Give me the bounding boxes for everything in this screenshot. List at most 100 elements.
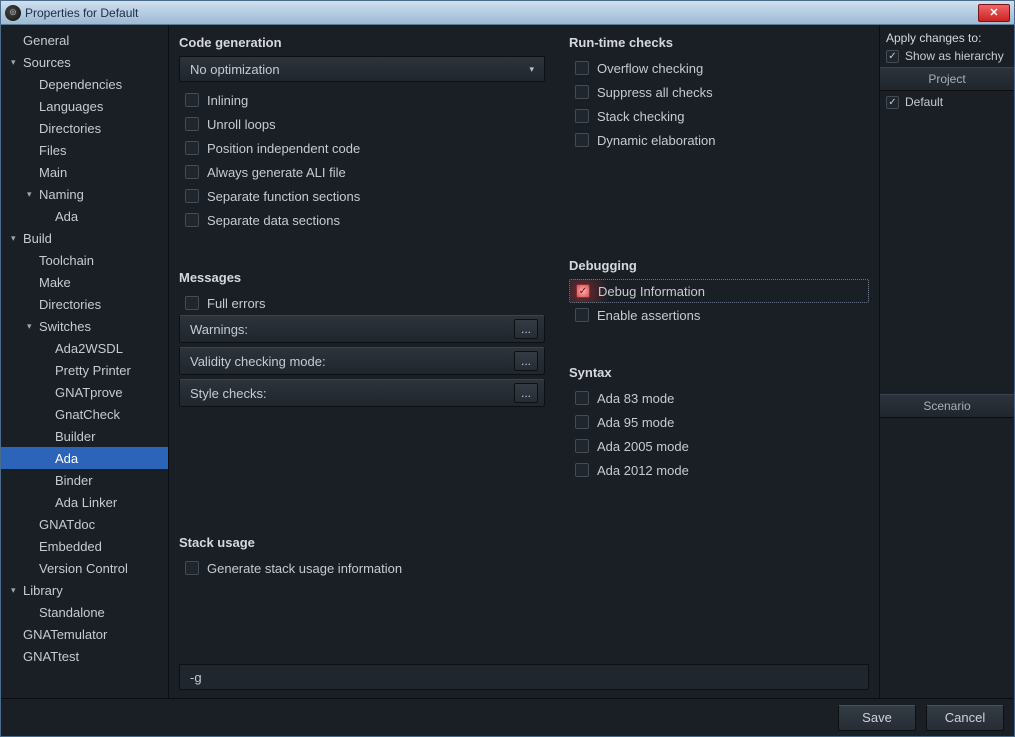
sidebar-item-label: Switches [39, 319, 91, 334]
sidebar-item-switches[interactable]: ▾Switches [1, 315, 168, 337]
sidebar-item-label: Dependencies [39, 77, 122, 92]
stack-usage-label: Generate stack usage information [207, 561, 402, 576]
show-hierarchy-check[interactable]: Show as hierarchy [886, 49, 1010, 63]
sidebar-item-ada[interactable]: Ada [1, 447, 168, 469]
save-button[interactable]: Save [838, 705, 916, 731]
sidebar-item-toolchain[interactable]: Toolchain [1, 249, 168, 271]
codegen-check[interactable]: Separate function sections [179, 184, 545, 208]
codegen-check[interactable]: Unroll loops [179, 112, 545, 136]
codegen-check[interactable]: Inlining [179, 88, 545, 112]
sidebar-item-ada-linker[interactable]: Ada Linker [1, 491, 168, 513]
syntax-check[interactable]: Ada 95 mode [569, 410, 869, 434]
sidebar-tree[interactable]: General▾Sources Dependencies Languages Dire… [1, 25, 169, 698]
runtime-check[interactable]: Stack checking [569, 104, 869, 128]
scenario-header: Scenario [880, 394, 1014, 418]
cancel-button[interactable]: Cancel [926, 705, 1004, 731]
checkbox-icon [575, 415, 589, 429]
sidebar-item-standalone[interactable]: Standalone [1, 601, 168, 623]
sidebar-item-label: Binder [55, 473, 93, 488]
sidebar-item-build[interactable]: ▾Build [1, 227, 168, 249]
sidebar-item-dependencies[interactable]: Dependencies [1, 73, 168, 95]
message-row[interactable]: Style checks:... [179, 379, 545, 407]
syntax-check[interactable]: Ada 2005 mode [569, 434, 869, 458]
caret-down-icon: ▾ [27, 189, 39, 200]
sidebar-item-label: Main [39, 165, 67, 180]
optimization-dropdown[interactable]: No optimization ▾ [179, 56, 545, 82]
sidebar-item-sources[interactable]: ▾Sources [1, 51, 168, 73]
app-icon: ⊚ [5, 5, 21, 21]
checkbox-icon [185, 213, 199, 227]
syntax-check[interactable]: Ada 83 mode [569, 386, 869, 410]
runtime-check[interactable]: Suppress all checks [569, 80, 869, 104]
sidebar-item-label: Make [39, 275, 71, 290]
sidebar-item-label: Directories [39, 297, 101, 312]
sidebar-item-label: Embedded [39, 539, 102, 554]
debugging-check[interactable]: Debug Information [569, 279, 869, 303]
sidebar-item-ada[interactable]: Ada [1, 205, 168, 227]
sidebar-item-label: Languages [39, 99, 103, 114]
ellipsis-button[interactable]: ... [514, 351, 538, 371]
codegen-check[interactable]: Separate data sections [179, 208, 545, 232]
sidebar-item-binder[interactable]: Binder [1, 469, 168, 491]
sidebar-item-pretty-printer[interactable]: Pretty Printer [1, 359, 168, 381]
sidebar-item-label: Pretty Printer [55, 363, 131, 378]
ellipsis-button[interactable]: ... [514, 383, 538, 403]
runtime-label: Overflow checking [597, 61, 703, 76]
commandline-input[interactable] [188, 669, 860, 686]
checkbox-icon [575, 109, 589, 123]
sidebar-item-library[interactable]: ▾Library [1, 579, 168, 601]
sidebar-item-label: Directories [39, 121, 101, 136]
sidebar-item-languages[interactable]: Languages [1, 95, 168, 117]
sidebar-item-gnatemulator[interactable]: GNATemulator [1, 623, 168, 645]
project-item[interactable]: ✓Default [880, 91, 1014, 113]
sidebar-item-label: Version Control [39, 561, 128, 576]
stack-usage-check[interactable]: Generate stack usage information [179, 556, 545, 580]
sidebar-item-files[interactable]: Files [1, 139, 168, 161]
sidebar-item-make[interactable]: Make [1, 271, 168, 293]
runtime-check[interactable]: Dynamic elaboration [569, 128, 869, 152]
apply-pane: Apply changes to: Show as hierarchy Proj… [879, 25, 1014, 698]
sidebar-item-gnattest[interactable]: GNATtest [1, 645, 168, 667]
checkbox-icon [185, 117, 199, 131]
show-hierarchy-label: Show as hierarchy [905, 49, 1004, 63]
sidebar-item-label: GNATemulator [23, 627, 107, 642]
sidebar-item-builder[interactable]: Builder [1, 425, 168, 447]
runtime-check[interactable]: Overflow checking [569, 56, 869, 80]
sidebar-item-gnatdoc[interactable]: GNATdoc [1, 513, 168, 535]
sidebar-item-gnatprove[interactable]: GNATprove [1, 381, 168, 403]
sidebar-item-version-control[interactable]: Version Control [1, 557, 168, 579]
sidebar-item-directories[interactable]: Directories [1, 117, 168, 139]
commandline-field[interactable] [179, 664, 869, 690]
sidebar-item-label: Ada Linker [55, 495, 117, 510]
codegen-check[interactable]: Always generate ALI file [179, 160, 545, 184]
ellipsis-button[interactable]: ... [514, 319, 538, 339]
debugging-label: Debug Information [598, 284, 705, 299]
sidebar-item-general[interactable]: General [1, 29, 168, 51]
project-header: Project [880, 67, 1014, 91]
sidebar-item-label: Ada2WSDL [55, 341, 123, 356]
sidebar-item-embedded[interactable]: Embedded [1, 535, 168, 557]
full-errors-label: Full errors [207, 296, 266, 311]
project-list: ✓Default [880, 91, 1014, 113]
message-row[interactable]: Validity checking mode:... [179, 347, 545, 375]
codegen-label: Unroll loops [207, 117, 276, 132]
sidebar-item-main[interactable]: Main [1, 161, 168, 183]
checkbox-icon [185, 141, 199, 155]
debugging-label: Enable assertions [597, 308, 700, 323]
sidebar-item-naming[interactable]: ▾Naming [1, 183, 168, 205]
debugging-check[interactable]: Enable assertions [569, 303, 869, 327]
codegen-label: Position independent code [207, 141, 360, 156]
runtime-label: Dynamic elaboration [597, 133, 716, 148]
sidebar-item-ada2wsdl[interactable]: Ada2WSDL [1, 337, 168, 359]
sidebar-item-label: Naming [39, 187, 84, 202]
sidebar-item-gnatcheck[interactable]: GnatCheck [1, 403, 168, 425]
sidebar-item-directories[interactable]: Directories [1, 293, 168, 315]
message-row[interactable]: Warnings:... [179, 315, 545, 343]
syntax-check[interactable]: Ada 2012 mode [569, 458, 869, 482]
checkbox-icon [185, 561, 199, 575]
close-button[interactable]: ✕ [978, 4, 1010, 22]
full-errors-check[interactable]: Full errors [179, 291, 545, 315]
close-icon: ✕ [989, 6, 998, 19]
codegen-check[interactable]: Position independent code [179, 136, 545, 160]
sidebar-item-label: Build [23, 231, 52, 246]
